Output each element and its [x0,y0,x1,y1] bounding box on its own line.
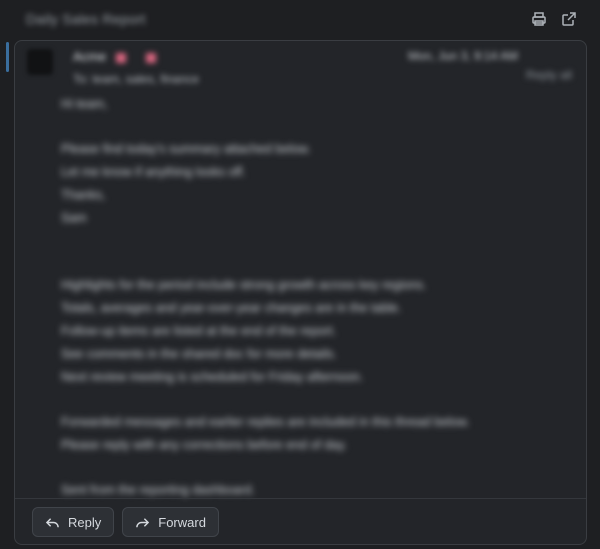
message-card: Acme To: team, sales, finance Mon, Jun 3… [14,40,587,545]
thread-actions [530,10,578,28]
label-dot [146,52,157,63]
body-line: See comments in the shared doc for more … [61,347,337,361]
body-line: Highlights for the period include strong… [61,278,427,292]
body-line: Thanks, [61,188,106,202]
body-line: Follow-up items are listed at the end of… [61,324,337,338]
message-body: Hi team, Please find today's summary att… [61,93,561,497]
label-dot [116,52,127,63]
forward-label: Forward [158,514,206,530]
header-meta: Reply all [525,68,572,82]
recipients: To: team, sales, finance [73,72,200,86]
body-line: Sam [61,211,87,225]
reply-icon [45,517,59,527]
selected-thread-indicator [6,42,9,72]
avatar [27,49,53,75]
external-link-icon[interactable] [560,10,578,28]
sender-name: Acme [73,49,166,64]
body-line: Next review meeting is scheduled for Fri… [61,370,364,384]
message-date: Mon, Jun 3, 9:14 AM [407,49,518,63]
printer-icon[interactable] [530,10,548,28]
body-line: Forwarded messages and earlier replies a… [61,415,470,429]
body-line: Let me know if anything looks off. [61,165,246,179]
thread-title: Daily Sales Report [26,11,146,27]
body-line: Totals, averages and year-over-year chan… [61,301,402,315]
thread-toolbar: Daily Sales Report [0,0,600,38]
forward-button[interactable]: Forward [122,507,219,537]
actions-divider [15,498,586,499]
message-actions: Reply Forward [32,507,219,537]
body-line: Please find today's summary attached bel… [61,142,311,156]
body-line: Please reply with any corrections before… [61,438,348,452]
forward-icon [136,517,150,527]
reply-label: Reply [68,514,102,530]
body-line: Hi team, [61,97,108,111]
message-header[interactable]: Acme To: team, sales, finance Mon, Jun 3… [15,41,586,91]
sender-text: Acme [73,49,107,64]
reply-button[interactable]: Reply [32,507,115,537]
